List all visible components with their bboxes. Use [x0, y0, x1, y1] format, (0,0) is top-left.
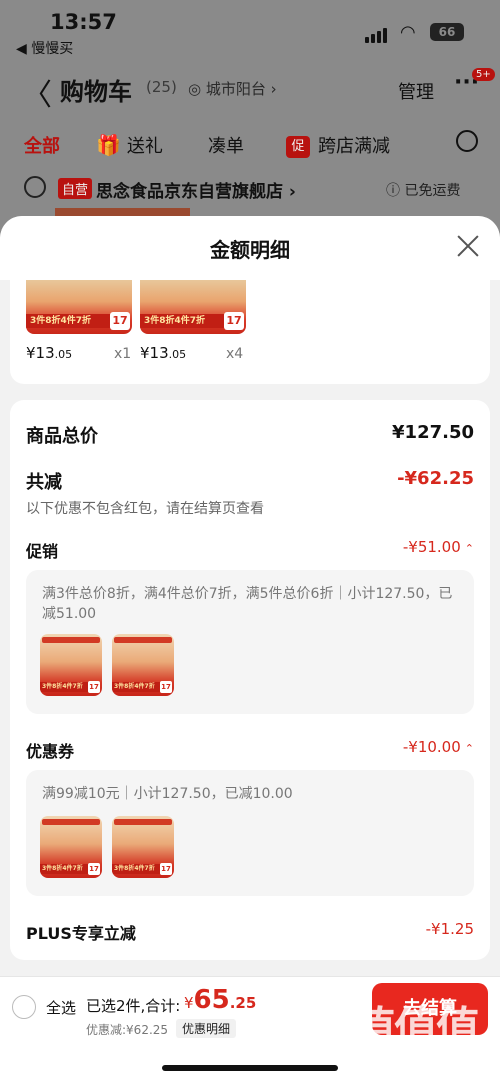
product-item[interactable]: 3件8折4件7折 17 [26, 280, 132, 334]
status-bar: 13:57 ◀ 慢慢买 ◠ 66 [0, 0, 500, 60]
promo-band: 3件8折4件7折 [26, 314, 110, 328]
promotion-detail: 满3件总价8折，满4件总价7折，满5件总价6折｜小计127.50，已减51.00… [26, 570, 474, 714]
checkout-button[interactable]: 去结算 [372, 983, 488, 1035]
discount-note: 以下优惠不包含红包，请在结算页查看 [26, 501, 264, 517]
back-arrow-icon[interactable]: 〈 [22, 70, 52, 114]
promotion-product-thumbnail: 3件8折4件7折 17 [112, 634, 174, 696]
promotion-toggle[interactable]: -¥51.00 ⌃ [403, 538, 474, 556]
discount-detail-button[interactable]: 优惠明细 [176, 1019, 237, 1038]
coupon-label: 优惠券 [26, 742, 75, 761]
product-thumbnail: 3件8折4件7折 17 [26, 280, 132, 334]
coupon-toggle[interactable]: -¥10.00 ⌃ [403, 738, 474, 756]
search-icon[interactable] [456, 130, 478, 152]
coupon-detail: 满99减10元｜小计127.50，已减10.00 3件8折4件7折 17 3件8折… [26, 770, 474, 896]
products-card: 3件8折4件7折 17 ¥13.05 x1 3件8折4件7折 17 ¥13.05… [10, 280, 490, 384]
gift-icon: 🎁 [96, 133, 121, 157]
close-icon[interactable] [456, 234, 480, 258]
manage-button[interactable]: 管理 [398, 78, 434, 104]
promo-band: 3件8折4件7折 [140, 314, 224, 328]
select-all-radio[interactable] [12, 995, 36, 1019]
plus-discount-label: PLUS专享立减 [26, 924, 136, 943]
sheet-title: 金额明细 [210, 238, 290, 262]
checkout-bar: 全选 已选2件,合计: ¥65.25 优惠减:¥62.25 优惠明细 去结算 [0, 976, 500, 1081]
sheet-header: 金额明细 [0, 216, 500, 280]
total-amount: ¥65.25 [184, 985, 257, 1015]
selected-count: 已选2件,合计: [86, 997, 181, 1015]
coupon-detail-text: 满99减10元｜小计127.50，已减10.00 [42, 786, 293, 802]
select-all-label[interactable]: 全选 [46, 997, 76, 1018]
discount-summary: 优惠减:¥62.25 [86, 1023, 169, 1037]
tab-gift[interactable]: 🎁 送礼 [96, 132, 163, 158]
plus-discount-value: -¥1.25 [425, 920, 474, 938]
price-breakdown-card: 商品总价 ¥127.50 共减 -¥62.25 以下优惠不包含红包，请在结算页查… [10, 400, 490, 960]
wifi-icon: ◠ [400, 22, 416, 43]
location-selector[interactable]: ◎ 城市阳台 › [188, 78, 277, 99]
signal-icon [365, 24, 389, 43]
coupon-product-thumbnail: 3件8折4件7折 17 [40, 816, 102, 878]
total-discount-label: 共减 [26, 472, 62, 493]
tab-all[interactable]: 全部 [24, 132, 60, 158]
store-name-link[interactable]: 思念食品京东自营旗舰店 › [96, 177, 296, 202]
tab-cross-store[interactable]: 促跨店满减 [286, 132, 390, 158]
product-quantity: x4 [226, 346, 244, 362]
goods-total-label: 商品总价 [26, 426, 98, 447]
battery-icon: 66 [430, 23, 464, 41]
store-select-radio[interactable] [24, 176, 46, 198]
store-row: 自营 思念食品京东自营旗舰店 › ⓘ 已免运费 [0, 172, 500, 202]
product-thumbnail: 3件8折4件7折 17 [140, 280, 246, 334]
promotion-label: 促销 [26, 542, 59, 561]
product-price: ¥13.05 [26, 344, 73, 362]
promo-icon: 促 [286, 136, 310, 158]
price-badge: 17 [224, 312, 244, 330]
product-price: ¥13.05 [140, 344, 187, 362]
total-discount-value: -¥62.25 [397, 468, 474, 489]
product-item[interactable]: 3件8折4件7折 17 [140, 280, 246, 334]
status-time: 13:57 [50, 10, 117, 34]
self-operated-tag: 自营 [58, 178, 93, 199]
coupon-product-thumbnail: 3件8折4件7折 17 [112, 816, 174, 878]
promotion-product-thumbnail: 3件8折4件7折 17 [40, 634, 102, 696]
back-to-app-link[interactable]: ◀ 慢慢买 [16, 38, 73, 58]
notification-badge: 5+ [472, 68, 495, 81]
free-shipping-info: ⓘ 已免运费 [386, 183, 461, 199]
background-page: 13:57 ◀ 慢慢买 ◠ 66 〈 购物车 (25) ◎ 城市阳台 › 管理 … [0, 0, 500, 240]
amount-detail-sheet: 金额明细 3件8折4件7折 17 ¥13.05 x1 3件8折4件7折 17 ¥… [0, 216, 500, 1081]
product-quantity: x1 [114, 346, 132, 362]
home-indicator [162, 1065, 338, 1071]
tab-combine[interactable]: 凑单 [208, 132, 244, 158]
price-badge: 17 [110, 312, 130, 330]
cart-nav-bar: 〈 购物车 (25) ◎ 城市阳台 › 管理 ··· 5+ [0, 66, 500, 114]
promotion-detail-text: 满3件总价8折，满4件总价7折，满5件总价6折｜小计127.50，已减51.00 [42, 586, 453, 622]
goods-total-value: ¥127.50 [392, 422, 474, 443]
cart-count: (25) [146, 78, 177, 96]
cart-tabs: 全部 🎁 送礼 凑单 促跨店满减 [0, 128, 500, 158]
chevron-up-icon: ⌃ [464, 542, 474, 555]
chevron-up-icon: ⌃ [464, 742, 474, 755]
page-title: 购物车 [60, 78, 132, 106]
